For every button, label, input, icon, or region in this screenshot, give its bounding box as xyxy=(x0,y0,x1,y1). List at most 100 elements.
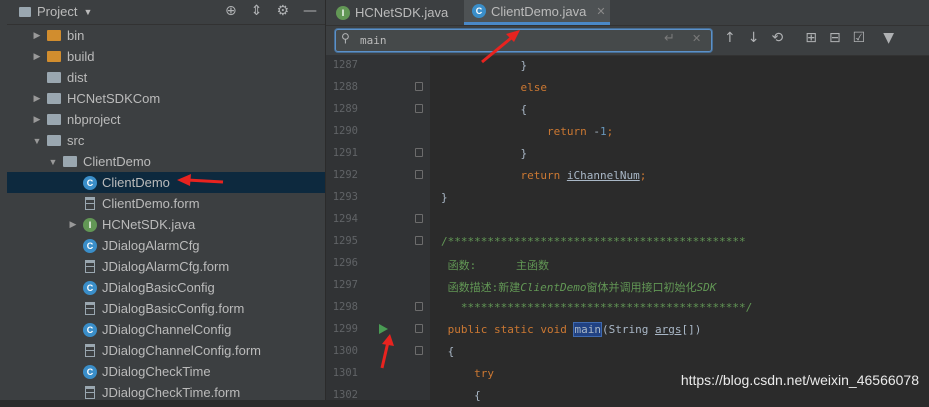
tree-item-label: HCNetSDK.java xyxy=(102,217,196,232)
code-line: 1294 xyxy=(326,209,929,231)
tree-item[interactable]: JDialogAlarmCfg.form xyxy=(7,256,325,277)
code-text: { xyxy=(441,103,528,116)
next-occurrence-icon[interactable]: ↓ xyxy=(748,30,760,46)
tree-item-label: src xyxy=(67,133,85,148)
code-text: 函数: 主函数 xyxy=(441,259,549,272)
new-line-icon[interactable]: ↵ xyxy=(664,31,675,46)
tree-item[interactable]: C JDialogBasicConfig xyxy=(7,277,325,298)
form-file-icon xyxy=(85,302,95,315)
locate-icon[interactable]: ⊕ xyxy=(225,3,237,19)
line-number: 1295 xyxy=(332,235,358,247)
code-text: ****************************************… xyxy=(441,301,753,314)
folder-icon xyxy=(63,156,77,167)
remove-selection-icon[interactable]: ⊟ xyxy=(829,30,841,46)
chevron-right-icon[interactable]: ▶ xyxy=(31,114,43,125)
tree-item[interactable]: JDialogBasicConfig.form xyxy=(7,298,325,319)
fold-marker-icon[interactable] xyxy=(415,148,423,157)
line-number: 1287 xyxy=(332,59,358,71)
tab-label: HCNetSDK.java xyxy=(355,5,449,20)
tree-item[interactable]: C ClientDemo xyxy=(7,172,325,193)
form-file-icon xyxy=(85,344,95,357)
add-selection-icon[interactable]: ⊞ xyxy=(805,30,817,46)
tree-item[interactable]: dist xyxy=(7,67,325,88)
code-view[interactable]: 1287 } 1288 else 1289 {1290 return -1; 1291… xyxy=(326,55,929,407)
collapse-all-icon[interactable]: ⇕ xyxy=(251,3,263,19)
tree-item[interactable]: C JDialogChannelConfig xyxy=(7,319,325,340)
code-line: 1302 { xyxy=(326,385,929,407)
tree-item-label: ClientDemo xyxy=(83,154,151,169)
tab-hcnetsdk[interactable]: I HCNetSDK.java xyxy=(330,0,462,25)
code-line: 1289 { xyxy=(326,99,929,121)
chevron-down-icon[interactable]: ▼ xyxy=(47,157,59,167)
tree-item-label: build xyxy=(67,49,95,64)
run-icon[interactable] xyxy=(379,324,388,334)
fold-marker-icon[interactable] xyxy=(415,170,423,179)
tree-item[interactable]: C JDialogCheckTime xyxy=(7,361,325,382)
chevron-right-icon[interactable]: ▶ xyxy=(31,30,43,41)
line-number: 1297 xyxy=(332,279,358,291)
tab-clientdemo[interactable]: C ClientDemo.java ✕ xyxy=(464,0,610,25)
code-text: /***************************************… xyxy=(441,235,746,248)
code-line: 1300 { xyxy=(326,341,929,363)
tree-item[interactable]: ▶ build xyxy=(7,46,325,67)
form-file-icon xyxy=(85,260,95,273)
code-text: { xyxy=(441,345,455,358)
project-view-selector[interactable]: Project ▼ xyxy=(19,4,92,19)
gear-icon[interactable]: ⚙ xyxy=(276,3,289,19)
code-line: 1297 函数描述:新建ClientDemo窗体并调用接口初始化SDK xyxy=(326,275,929,297)
fold-marker-icon[interactable] xyxy=(415,214,423,223)
tree-item-label: JDialogBasicConfig xyxy=(102,280,215,295)
close-icon[interactable]: ✕ xyxy=(596,5,605,18)
previous-occurrence-icon[interactable]: ↑ xyxy=(724,30,736,46)
tree-item[interactable]: ▶ nbproject xyxy=(7,109,325,130)
tree-item[interactable]: ▶ HCNetSDKCom xyxy=(7,88,325,109)
arrow-to-tab-icon xyxy=(481,30,520,64)
chevron-down-icon: ▼ xyxy=(83,6,93,17)
editor-area: I HCNetSDK.java C ClientDemo.java ✕ ⚲ ↵ … xyxy=(326,0,929,402)
tree-item-label: JDialogChannelConfig.form xyxy=(102,343,261,358)
select-all-occurrences-icon[interactable]: ☑ xyxy=(853,30,866,46)
main-class-icon: C xyxy=(83,175,97,190)
hide-icon[interactable]: — xyxy=(303,3,317,19)
tree-item[interactable]: ▼ ClientDemo xyxy=(7,151,325,172)
folder-icon xyxy=(47,72,61,83)
arrow-to-run-icon xyxy=(380,334,394,369)
chevron-right-icon[interactable]: ▶ xyxy=(67,219,79,230)
tree-item-label: nbproject xyxy=(67,112,121,127)
tree-item-label: JDialogCheckTime.form xyxy=(102,385,241,400)
code-text: try xyxy=(474,367,494,380)
fold-marker-icon[interactable] xyxy=(415,302,423,311)
code-text: 函数描述:新建ClientDemo窗体并调用接口初始化SDK xyxy=(441,281,717,294)
chevron-right-icon[interactable]: ▶ xyxy=(31,93,43,104)
fold-marker-icon[interactable] xyxy=(415,82,423,91)
tree-item[interactable]: ▼ src xyxy=(7,130,325,151)
chevron-down-icon[interactable]: ▼ xyxy=(31,136,43,146)
watermark: https://blog.csdn.net/weixin_46566078 xyxy=(680,372,919,388)
tree-item[interactable]: ▶ bin xyxy=(7,25,325,46)
code-line: 1293} xyxy=(326,187,929,209)
folder-icon xyxy=(47,51,61,62)
class-icon: C xyxy=(83,280,97,295)
find-bar: ⚲ ↵ ✕ ↑ ↓ ⟲ ⊞ ⊟ ☑ ▼ xyxy=(326,26,929,56)
folder-icon xyxy=(47,114,61,125)
fold-marker-icon[interactable] xyxy=(415,236,423,245)
tree-item-label: HCNetSDKCom xyxy=(67,91,161,106)
project-panel-header: Project ▼ ⊕ ⇕ ⚙ — xyxy=(7,0,325,25)
tree-item[interactable]: C JDialogAlarmCfg xyxy=(7,235,325,256)
fold-marker-icon[interactable] xyxy=(415,324,423,333)
code-text: return iChannelNum; xyxy=(520,169,647,182)
line-number: 1290 xyxy=(332,125,358,137)
search-icon[interactable]: ⚲ xyxy=(341,31,350,45)
tree-item[interactable]: ClientDemo.form xyxy=(7,193,325,214)
tree-item-label: bin xyxy=(67,28,85,43)
line-number: 1299 xyxy=(332,323,358,335)
line-number: 1294 xyxy=(332,213,358,225)
fold-marker-icon[interactable] xyxy=(415,346,423,355)
fold-marker-icon[interactable] xyxy=(415,104,423,113)
tree-item[interactable]: JDialogChannelConfig.form xyxy=(7,340,325,361)
tree-item[interactable]: ▶ I HCNetSDK.java xyxy=(7,214,325,235)
clear-icon[interactable]: ✕ xyxy=(692,32,701,45)
chevron-right-icon[interactable]: ▶ xyxy=(31,51,43,62)
filter-icon[interactable]: ▼ xyxy=(883,30,894,46)
find-all-icon[interactable]: ⟲ xyxy=(771,30,783,46)
